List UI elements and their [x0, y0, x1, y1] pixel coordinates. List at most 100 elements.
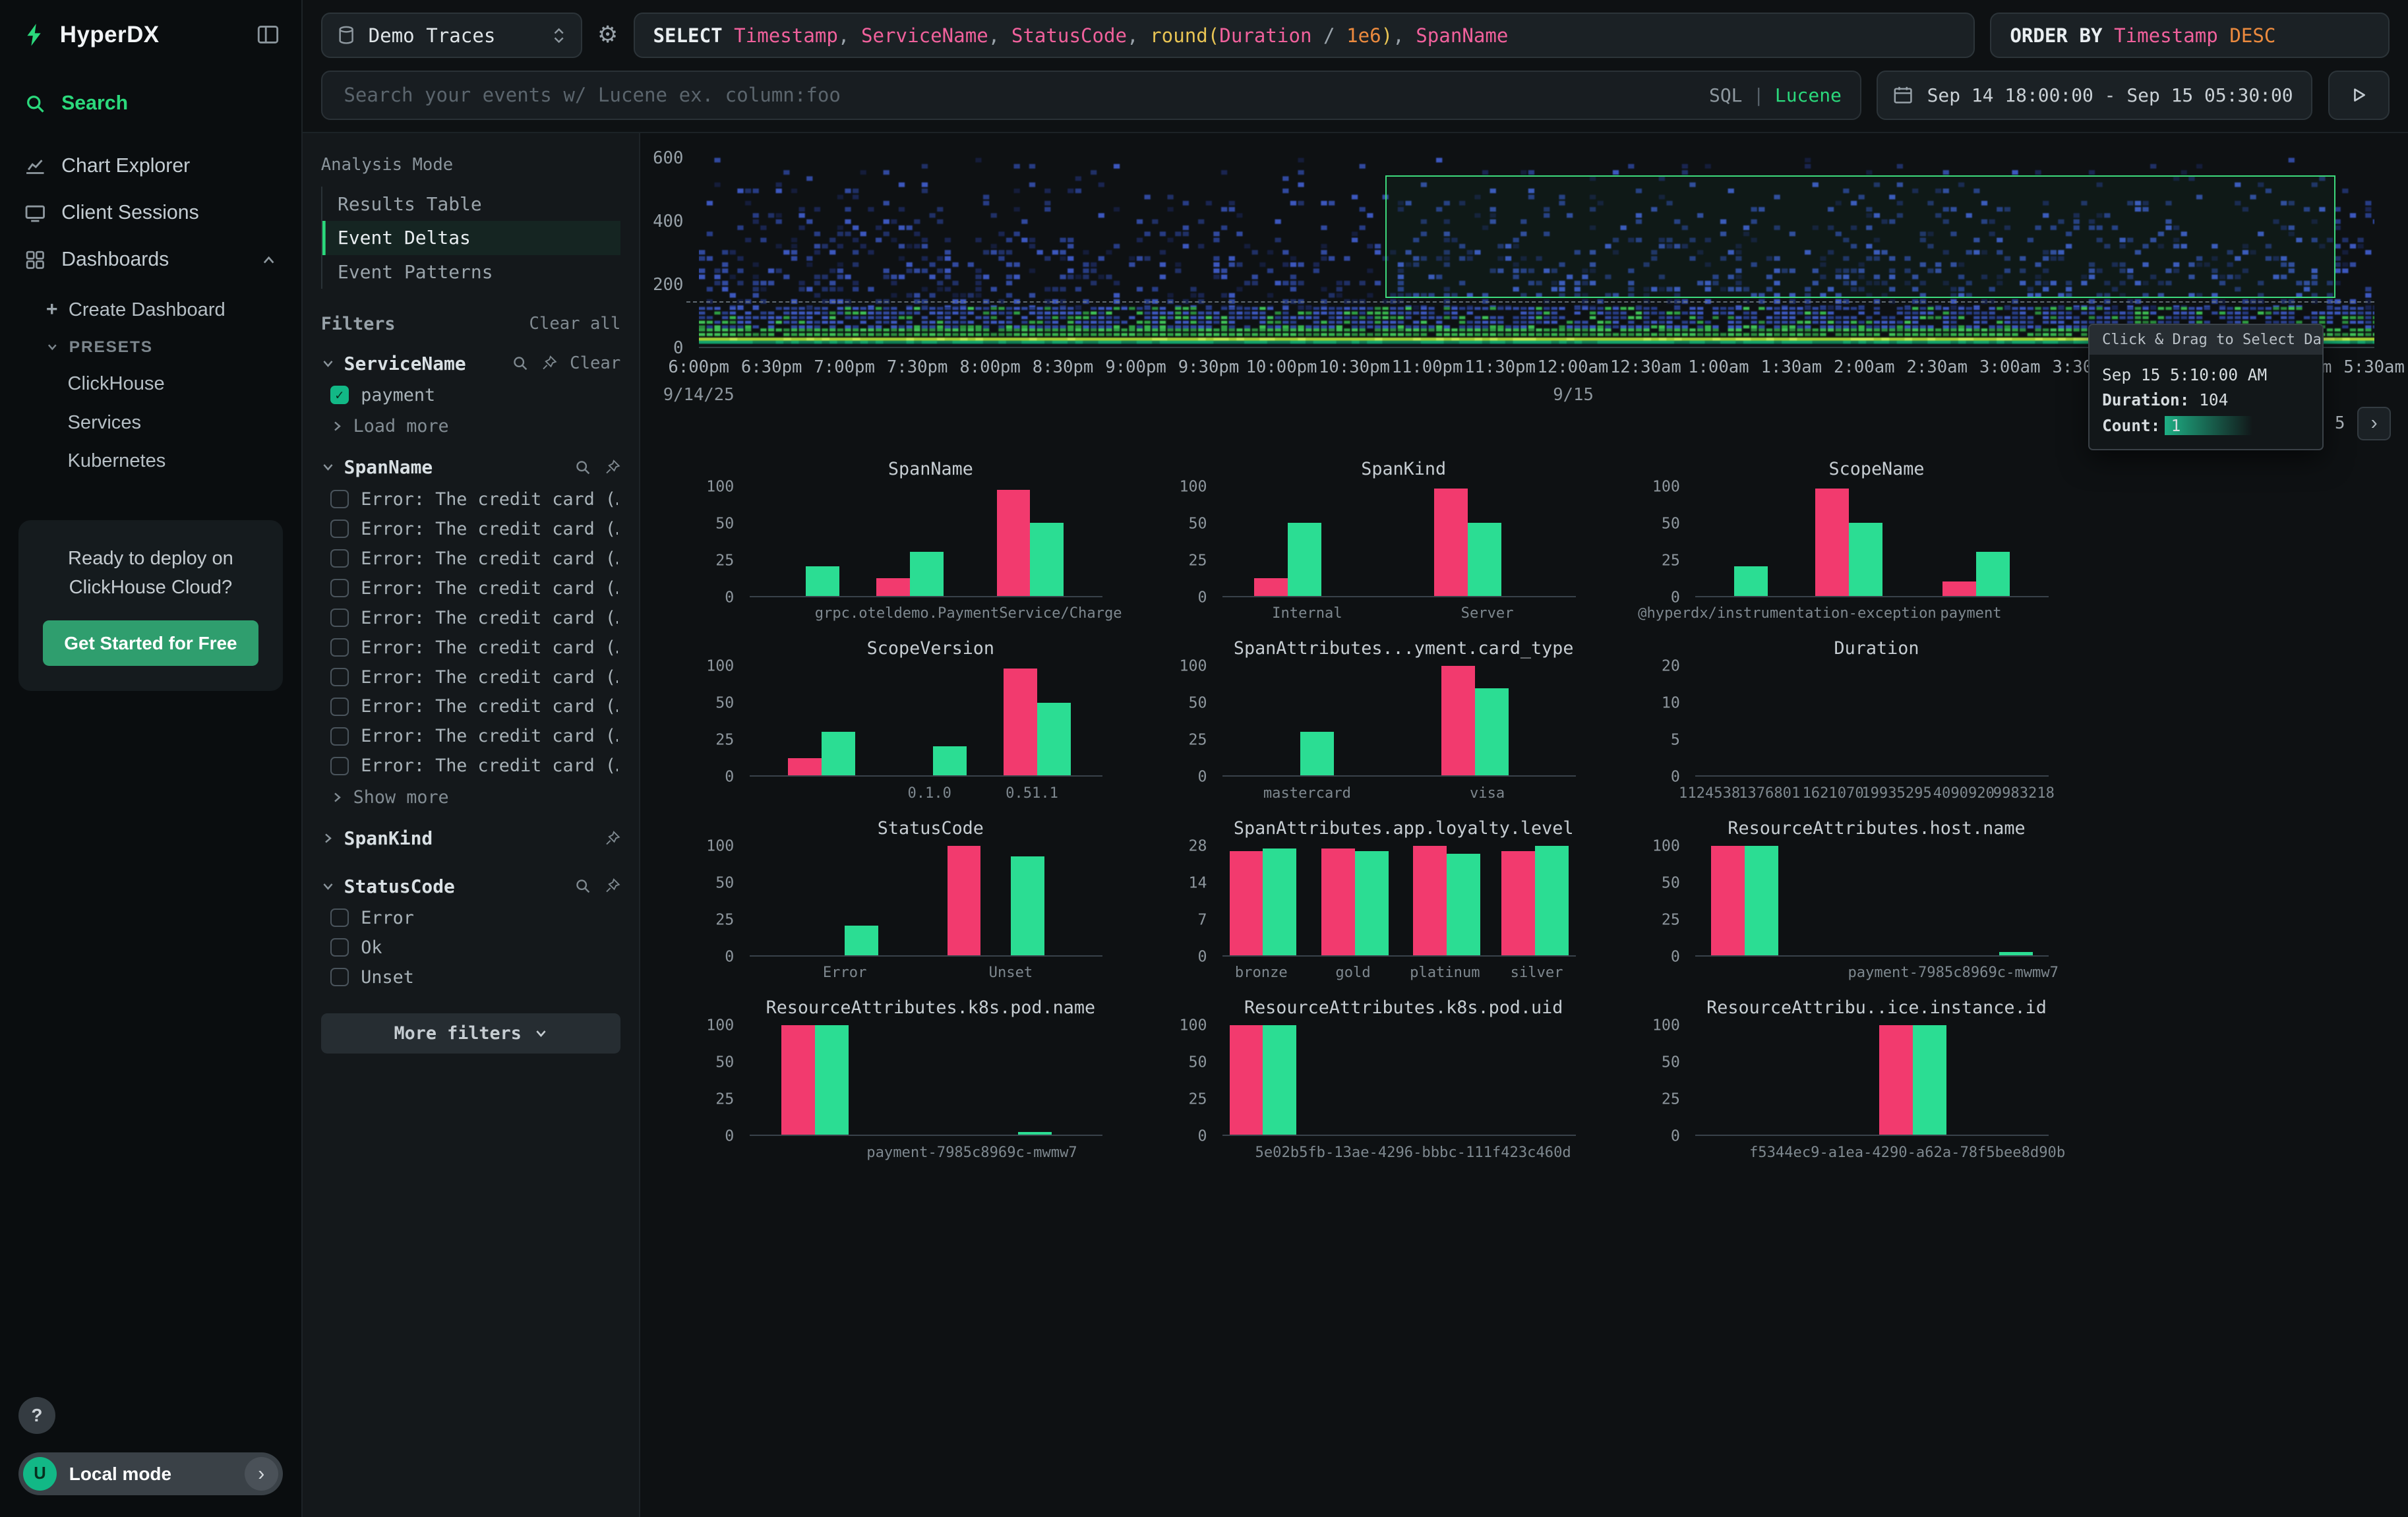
facet-option[interactable]: Unset — [321, 963, 621, 992]
bar-inlier[interactable] — [1535, 846, 1569, 955]
bar-inlier[interactable] — [1999, 952, 2033, 955]
facet-header-SpanName[interactable]: SpanName — [321, 454, 621, 485]
checkbox[interactable] — [330, 520, 349, 538]
bar-inlier[interactable] — [1355, 851, 1389, 955]
bar-outlier[interactable] — [788, 758, 822, 776]
bar-inlier[interactable] — [806, 566, 839, 595]
checkbox[interactable] — [330, 968, 349, 986]
get-started-button[interactable]: Get Started for Free — [43, 620, 259, 666]
presets-toggle[interactable]: PRESETS — [0, 330, 301, 364]
facet-option[interactable]: Ok — [321, 933, 621, 963]
facet-option[interactable]: Error — [321, 903, 621, 933]
bar-outlier[interactable] — [948, 846, 981, 955]
facet-option[interactable]: Error: The credit card (… — [321, 692, 621, 721]
checkbox[interactable] — [330, 609, 349, 627]
sidebar-item-services[interactable]: Services — [0, 404, 301, 441]
sidebar-item-clickhouse[interactable]: ClickHouse — [0, 366, 301, 403]
search-icon[interactable] — [574, 459, 591, 476]
bar-inlier[interactable] — [1037, 703, 1071, 775]
bar-outlier[interactable] — [1815, 489, 1849, 595]
sidebar-item-search[interactable]: Search — [0, 82, 301, 126]
facet-clear-button[interactable]: Clear — [570, 353, 620, 373]
sidebar-item-dashboards[interactable]: Dashboards — [0, 238, 301, 282]
checkbox[interactable]: ✓ — [330, 386, 349, 404]
checkbox[interactable] — [330, 938, 349, 957]
checkbox[interactable] — [330, 757, 349, 775]
bar-outlier[interactable] — [781, 1025, 815, 1135]
clear-all-filters-button[interactable]: Clear all — [529, 314, 620, 334]
bar-inlier[interactable] — [1468, 523, 1501, 595]
bar-inlier[interactable] — [933, 746, 967, 775]
facet-option[interactable]: Error: The credit card (… — [321, 603, 621, 633]
bar-inlier[interactable] — [845, 926, 878, 955]
sidebar-item-chart-explorer[interactable]: Chart Explorer — [0, 144, 301, 188]
help-button[interactable]: ? — [18, 1397, 55, 1434]
sql-mode-toggle[interactable]: SQL — [1709, 84, 1742, 106]
checkbox[interactable] — [330, 579, 349, 597]
bar-inlier[interactable] — [1976, 552, 2010, 595]
source-select[interactable]: Demo Traces — [321, 13, 582, 59]
facet-header-SpanKind[interactable]: SpanKind — [321, 824, 621, 855]
facet-show-more-button[interactable]: Show more — [321, 781, 621, 807]
pin-icon[interactable] — [541, 355, 558, 372]
bar-outlier[interactable] — [1711, 846, 1745, 955]
facet-option[interactable]: Error: The credit card (… — [321, 574, 621, 603]
facet-option[interactable]: ✓payment — [321, 380, 621, 410]
facet-option[interactable]: Error: The credit card (… — [321, 633, 621, 663]
bar-outlier[interactable] — [1501, 851, 1535, 955]
run-query-button[interactable] — [2328, 71, 2390, 120]
bar-inlier[interactable] — [1913, 1025, 1946, 1135]
bar-inlier[interactable] — [1263, 1025, 1296, 1135]
bar-outlier[interactable] — [1942, 581, 1976, 596]
pin-icon[interactable] — [604, 877, 621, 895]
analysis-mode-event-deltas[interactable]: Event Deltas — [322, 221, 621, 255]
bar-inlier[interactable] — [1475, 688, 1509, 776]
date-range-picker[interactable]: Sep 14 18:00:00 - Sep 15 05:30:00 — [1877, 71, 2312, 120]
checkbox[interactable] — [330, 638, 349, 657]
facet-header-ServiceName[interactable]: ServiceNameClear — [321, 349, 621, 380]
pin-icon[interactable] — [604, 459, 621, 476]
bar-inlier[interactable] — [910, 552, 944, 595]
facet-option[interactable]: Error: The credit card (… — [321, 721, 621, 751]
bar-outlier[interactable] — [1441, 666, 1475, 775]
facet-option[interactable]: Error: The credit card (… — [321, 751, 621, 781]
search-icon[interactable] — [574, 877, 591, 895]
facet-option[interactable]: Error: The credit card (… — [321, 485, 621, 514]
facet-header-StatusCode[interactable]: StatusCode — [321, 872, 621, 903]
create-dashboard-button[interactable]: + Create Dashboard — [0, 291, 301, 328]
bar-inlier[interactable] — [1300, 732, 1334, 775]
user-menu[interactable]: U Local mode › — [18, 1452, 283, 1495]
sidebar-item-client-sessions[interactable]: Client Sessions — [0, 191, 301, 235]
order-by-input[interactable]: ORDER BY Timestamp DESC — [1990, 13, 2390, 59]
bar-inlier[interactable] — [1447, 854, 1480, 955]
bar-inlier[interactable] — [1745, 846, 1778, 955]
bar-outlier[interactable] — [1321, 848, 1355, 955]
lucene-mode-toggle[interactable]: Lucene — [1775, 84, 1842, 106]
bar-inlier[interactable] — [1849, 523, 1882, 595]
checkbox[interactable] — [330, 698, 349, 716]
bar-outlier[interactable] — [1230, 1025, 1263, 1135]
bar-outlier[interactable] — [1230, 851, 1263, 955]
checkbox[interactable] — [330, 668, 349, 686]
bar-inlier[interactable] — [1018, 1132, 1052, 1135]
pin-icon[interactable] — [604, 830, 621, 847]
bar-inlier[interactable] — [1288, 523, 1321, 595]
bar-outlier[interactable] — [1004, 669, 1037, 775]
select-query-input[interactable]: SELECT Timestamp, ServiceName, StatusCod… — [634, 13, 1975, 59]
bar-inlier[interactable] — [1011, 856, 1044, 955]
bar-inlier[interactable] — [1030, 523, 1064, 595]
checkbox[interactable] — [330, 908, 349, 927]
checkbox[interactable] — [330, 490, 349, 508]
more-filters-button[interactable]: More filters — [321, 1013, 621, 1054]
pager-next-button[interactable]: › — [2357, 407, 2391, 440]
drag-selection-region[interactable] — [1385, 175, 2335, 299]
bar-outlier[interactable] — [1254, 578, 1288, 596]
analysis-mode-event-patterns[interactable]: Event Patterns — [322, 255, 621, 289]
analysis-mode-results-table[interactable]: Results Table — [322, 187, 621, 221]
sidebar-item-kubernetes[interactable]: Kubernetes — [0, 443, 301, 480]
bar-inlier[interactable] — [822, 732, 855, 775]
checkbox[interactable] — [330, 727, 349, 746]
facet-option[interactable]: Error: The credit card (… — [321, 544, 621, 574]
bar-inlier[interactable] — [1734, 566, 1768, 595]
bar-inlier[interactable] — [1263, 848, 1296, 955]
